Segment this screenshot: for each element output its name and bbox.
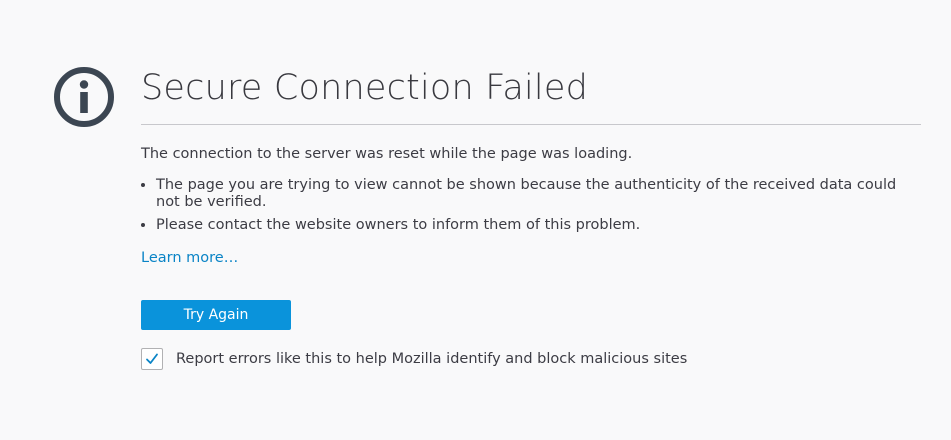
page-title: Secure Connection Failed	[141, 66, 921, 125]
report-errors-row: Report errors like this to help Mozilla …	[141, 348, 921, 370]
list-item: Please contact the website owners to inf…	[156, 217, 921, 234]
error-reasons-list: The page you are trying to view cannot b…	[141, 177, 921, 234]
checkmark-icon	[146, 353, 158, 364]
error-content: Secure Connection Failed The connection …	[141, 66, 921, 370]
list-item: The page you are trying to view cannot b…	[156, 177, 921, 211]
info-icon	[54, 67, 114, 127]
error-page: Secure Connection Failed The connection …	[0, 0, 951, 440]
try-again-button[interactable]: Try Again	[141, 300, 291, 330]
report-errors-checkbox[interactable]	[141, 348, 163, 370]
error-description: The connection to the server was reset w…	[141, 146, 633, 162]
learn-more-link[interactable]: Learn more…	[141, 250, 238, 266]
report-errors-label: Report errors like this to help Mozilla …	[176, 351, 688, 367]
